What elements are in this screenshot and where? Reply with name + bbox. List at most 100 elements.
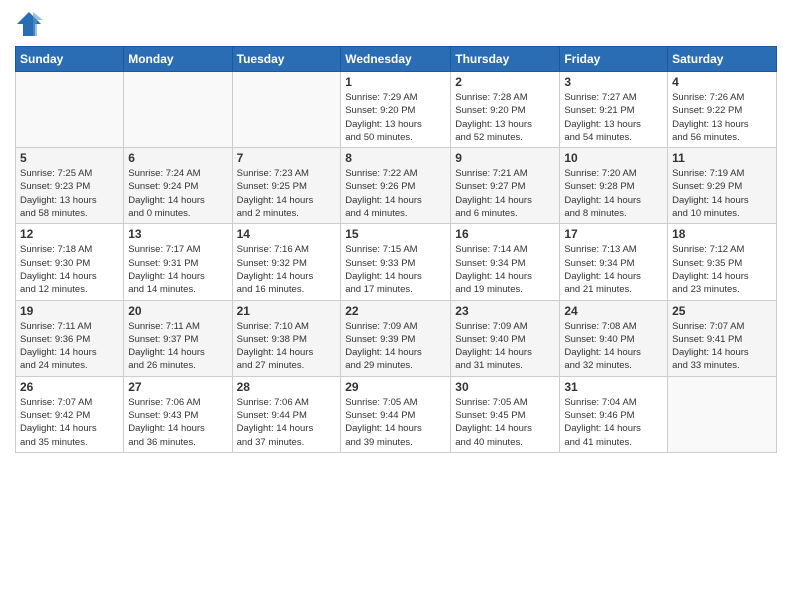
day-number: 25 (672, 304, 772, 318)
day-number: 21 (237, 304, 337, 318)
day-header-thursday: Thursday (451, 47, 560, 72)
calendar-cell: 7 Sunrise: 7:23 AMSunset: 9:25 PMDaylight… (232, 148, 341, 224)
calendar-cell: 15 Sunrise: 7:15 AMSunset: 9:33 PMDayligh… (341, 224, 451, 300)
day-number: 16 (455, 227, 555, 241)
day-number: 13 (128, 227, 227, 241)
day-info: Sunrise: 7:22 AMSunset: 9:26 PMDaylight:… (345, 167, 446, 220)
day-info: Sunrise: 7:05 AMSunset: 9:45 PMDaylight:… (455, 396, 555, 449)
day-number: 26 (20, 380, 119, 394)
day-info: Sunrise: 7:27 AMSunset: 9:21 PMDaylight:… (564, 91, 663, 144)
day-number: 10 (564, 151, 663, 165)
calendar-week-row: 5 Sunrise: 7:25 AMSunset: 9:23 PMDaylight… (16, 148, 777, 224)
day-info: Sunrise: 7:14 AMSunset: 9:34 PMDaylight:… (455, 243, 555, 296)
day-number: 24 (564, 304, 663, 318)
calendar-cell: 29Sunrise: 7:05 AMSunset: 9:44 PMDayligh… (341, 376, 451, 452)
calendar-cell: 17 Sunrise: 7:13 AMSunset: 9:34 PMDayligh… (560, 224, 668, 300)
day-number: 22 (345, 304, 446, 318)
calendar-cell (232, 72, 341, 148)
calendar-cell: 31 Sunrise: 7:04 AMSunset: 9:46 PMDayligh… (560, 376, 668, 452)
day-info: Sunrise: 7:24 AMSunset: 9:24 PMDaylight:… (128, 167, 227, 220)
day-info: Sunrise: 7:10 AMSunset: 9:38 PMDaylight:… (237, 320, 337, 373)
day-number: 11 (672, 151, 772, 165)
day-info: Sunrise: 7:26 AMSunset: 9:22 PMDaylight:… (672, 91, 772, 144)
day-info: Sunrise: 7:25 AMSunset: 9:23 PMDaylight:… (20, 167, 119, 220)
page: SundayMondayTuesdayWednesdayThursdayFrid… (0, 0, 792, 612)
day-info: Sunrise: 7:11 AMSunset: 9:36 PMDaylight:… (20, 320, 119, 373)
calendar-cell: 22 Sunrise: 7:09 AMSunset: 9:39 PMDayligh… (341, 300, 451, 376)
calendar-cell: 14 Sunrise: 7:16 AMSunset: 9:32 PMDayligh… (232, 224, 341, 300)
day-number: 12 (20, 227, 119, 241)
day-info: Sunrise: 7:18 AMSunset: 9:30 PMDaylight:… (20, 243, 119, 296)
day-info: Sunrise: 7:07 AMSunset: 9:42 PMDaylight:… (20, 396, 119, 449)
calendar-cell: 4 Sunrise: 7:26 AMSunset: 9:22 PMDaylight… (668, 72, 777, 148)
calendar-week-row: 12 Sunrise: 7:18 AMSunset: 9:30 PMDayligh… (16, 224, 777, 300)
calendar-cell: 27Sunrise: 7:06 AMSunset: 9:43 PMDayligh… (124, 376, 232, 452)
calendar-table: SundayMondayTuesdayWednesdayThursdayFrid… (15, 46, 777, 453)
day-header-monday: Monday (124, 47, 232, 72)
day-header-saturday: Saturday (668, 47, 777, 72)
day-info: Sunrise: 7:09 AMSunset: 9:39 PMDaylight:… (345, 320, 446, 373)
day-header-tuesday: Tuesday (232, 47, 341, 72)
day-info: Sunrise: 7:29 AMSunset: 9:20 PMDaylight:… (345, 91, 446, 144)
day-number: 15 (345, 227, 446, 241)
calendar-cell: 28Sunrise: 7:06 AMSunset: 9:44 PMDayligh… (232, 376, 341, 452)
day-header-wednesday: Wednesday (341, 47, 451, 72)
calendar-cell: 26 Sunrise: 7:07 AMSunset: 9:42 PMDayligh… (16, 376, 124, 452)
day-number: 17 (564, 227, 663, 241)
calendar-week-row: 19 Sunrise: 7:11 AMSunset: 9:36 PMDayligh… (16, 300, 777, 376)
day-info: Sunrise: 7:23 AMSunset: 9:25 PMDaylight:… (237, 167, 337, 220)
calendar-cell: 30 Sunrise: 7:05 AMSunset: 9:45 PMDayligh… (451, 376, 560, 452)
day-info: Sunrise: 7:20 AMSunset: 9:28 PMDaylight:… (564, 167, 663, 220)
day-info: Sunrise: 7:11 AMSunset: 9:37 PMDaylight:… (128, 320, 227, 373)
day-number: 4 (672, 75, 772, 89)
calendar-cell: 1 Sunrise: 7:29 AMSunset: 9:20 PMDaylight… (341, 72, 451, 148)
day-info: Sunrise: 7:13 AMSunset: 9:34 PMDaylight:… (564, 243, 663, 296)
calendar-cell: 9Sunrise: 7:21 AMSunset: 9:27 PMDaylight… (451, 148, 560, 224)
day-number: 8 (345, 151, 446, 165)
calendar-cell: 5 Sunrise: 7:25 AMSunset: 9:23 PMDaylight… (16, 148, 124, 224)
day-number: 7 (237, 151, 337, 165)
day-number: 19 (20, 304, 119, 318)
day-info: Sunrise: 7:16 AMSunset: 9:32 PMDaylight:… (237, 243, 337, 296)
day-header-friday: Friday (560, 47, 668, 72)
day-info: Sunrise: 7:19 AMSunset: 9:29 PMDaylight:… (672, 167, 772, 220)
calendar-cell: 13 Sunrise: 7:17 AMSunset: 9:31 PMDayligh… (124, 224, 232, 300)
calendar-week-row: 1 Sunrise: 7:29 AMSunset: 9:20 PMDaylight… (16, 72, 777, 148)
day-number: 28 (237, 380, 337, 394)
day-number: 2 (455, 75, 555, 89)
day-number: 6 (128, 151, 227, 165)
day-info: Sunrise: 7:17 AMSunset: 9:31 PMDaylight:… (128, 243, 227, 296)
calendar-cell: 11 Sunrise: 7:19 AMSunset: 9:29 PMDayligh… (668, 148, 777, 224)
day-info: Sunrise: 7:12 AMSunset: 9:35 PMDaylight:… (672, 243, 772, 296)
day-number: 5 (20, 151, 119, 165)
day-number: 18 (672, 227, 772, 241)
calendar-cell: 16 Sunrise: 7:14 AMSunset: 9:34 PMDayligh… (451, 224, 560, 300)
calendar-cell: 25Sunrise: 7:07 AMSunset: 9:41 PMDayligh… (668, 300, 777, 376)
calendar-header-row: SundayMondayTuesdayWednesdayThursdayFrid… (16, 47, 777, 72)
day-info: Sunrise: 7:04 AMSunset: 9:46 PMDaylight:… (564, 396, 663, 449)
day-number: 27 (128, 380, 227, 394)
day-info: Sunrise: 7:05 AMSunset: 9:44 PMDaylight:… (345, 396, 446, 449)
calendar-cell: 24 Sunrise: 7:08 AMSunset: 9:40 PMDayligh… (560, 300, 668, 376)
calendar-cell (668, 376, 777, 452)
logo-icon (15, 10, 43, 38)
calendar-cell: 21 Sunrise: 7:10 AMSunset: 9:38 PMDayligh… (232, 300, 341, 376)
day-info: Sunrise: 7:15 AMSunset: 9:33 PMDaylight:… (345, 243, 446, 296)
day-number: 31 (564, 380, 663, 394)
day-info: Sunrise: 7:28 AMSunset: 9:20 PMDaylight:… (455, 91, 555, 144)
calendar-cell: 12 Sunrise: 7:18 AMSunset: 9:30 PMDayligh… (16, 224, 124, 300)
calendar-cell (124, 72, 232, 148)
calendar-week-row: 26 Sunrise: 7:07 AMSunset: 9:42 PMDayligh… (16, 376, 777, 452)
calendar-cell: 6 Sunrise: 7:24 AMSunset: 9:24 PMDaylight… (124, 148, 232, 224)
day-number: 1 (345, 75, 446, 89)
calendar-cell: 23Sunrise: 7:09 AMSunset: 9:40 PMDayligh… (451, 300, 560, 376)
calendar-cell (16, 72, 124, 148)
day-number: 3 (564, 75, 663, 89)
day-number: 30 (455, 380, 555, 394)
day-info: Sunrise: 7:08 AMSunset: 9:40 PMDaylight:… (564, 320, 663, 373)
calendar-cell: 19 Sunrise: 7:11 AMSunset: 9:36 PMDayligh… (16, 300, 124, 376)
calendar-cell: 3 Sunrise: 7:27 AMSunset: 9:21 PMDaylight… (560, 72, 668, 148)
day-info: Sunrise: 7:09 AMSunset: 9:40 PMDaylight:… (455, 320, 555, 373)
calendar-cell: 10 Sunrise: 7:20 AMSunset: 9:28 PMDayligh… (560, 148, 668, 224)
day-number: 14 (237, 227, 337, 241)
